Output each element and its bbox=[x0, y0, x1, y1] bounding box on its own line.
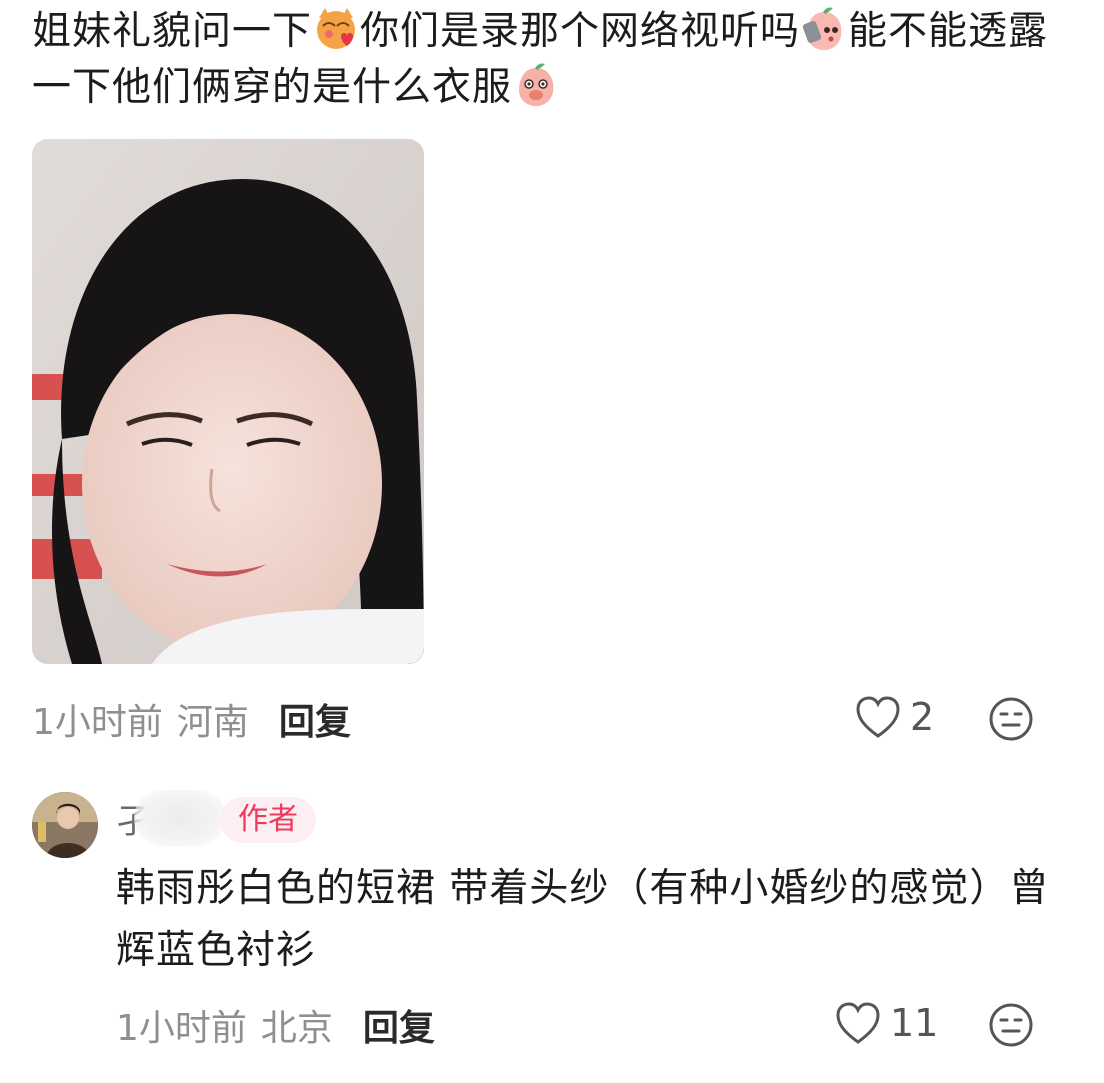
comment-reply-button[interactable]: 回复 bbox=[279, 693, 351, 745]
avatar-image bbox=[32, 792, 98, 858]
cat-heart-emoji bbox=[317, 8, 356, 49]
heart-icon bbox=[856, 696, 900, 738]
comment-text: 姐妹礼貌问一下 你们是录那个网络视听吗 能不能透露一下他们俩穿的是什么衣服 bbox=[32, 4, 1072, 116]
reply-text: 韩雨彤白色的短裙 带着头纱（有种小婚纱的感觉）曾辉蓝色衬衫 bbox=[116, 866, 1050, 973]
emoji-reaction-icon[interactable] bbox=[988, 696, 1034, 742]
peach-cover-mouth-emoji bbox=[519, 63, 554, 106]
phone-peach-emoji bbox=[802, 7, 842, 50]
reply-avatar[interactable] bbox=[32, 792, 98, 858]
reply-location: 北京 bbox=[260, 1008, 333, 1049]
reply-like-button[interactable]: 11 bbox=[834, 1000, 938, 1046]
emoji-reaction-icon[interactable] bbox=[988, 1002, 1034, 1048]
reply-time: 1小时前 bbox=[116, 1008, 247, 1049]
reply-like-count: 11 bbox=[890, 1001, 939, 1045]
comment-time: 1小时前 bbox=[32, 702, 163, 743]
comment-like-button[interactable]: 2 bbox=[854, 694, 934, 740]
reply-reply-button[interactable]: 回复 bbox=[363, 999, 435, 1051]
heart-icon bbox=[836, 1002, 880, 1044]
portrait-image bbox=[32, 139, 424, 664]
reply-meta: 1小时前 北京 回复 bbox=[116, 1000, 435, 1050]
comment-text-part2: 你们是录那个网络视听吗 bbox=[360, 9, 801, 54]
comment-meta: 1小时前 河南 回复 bbox=[32, 694, 351, 744]
author-badge: 作者 bbox=[220, 797, 316, 843]
comment-like-count: 2 bbox=[910, 695, 935, 739]
comment-text-part1: 姐妹礼貌问一下 bbox=[32, 9, 313, 54]
comment-photo[interactable] bbox=[32, 139, 424, 664]
comment-location: 河南 bbox=[176, 702, 249, 743]
username-blur bbox=[134, 790, 226, 846]
